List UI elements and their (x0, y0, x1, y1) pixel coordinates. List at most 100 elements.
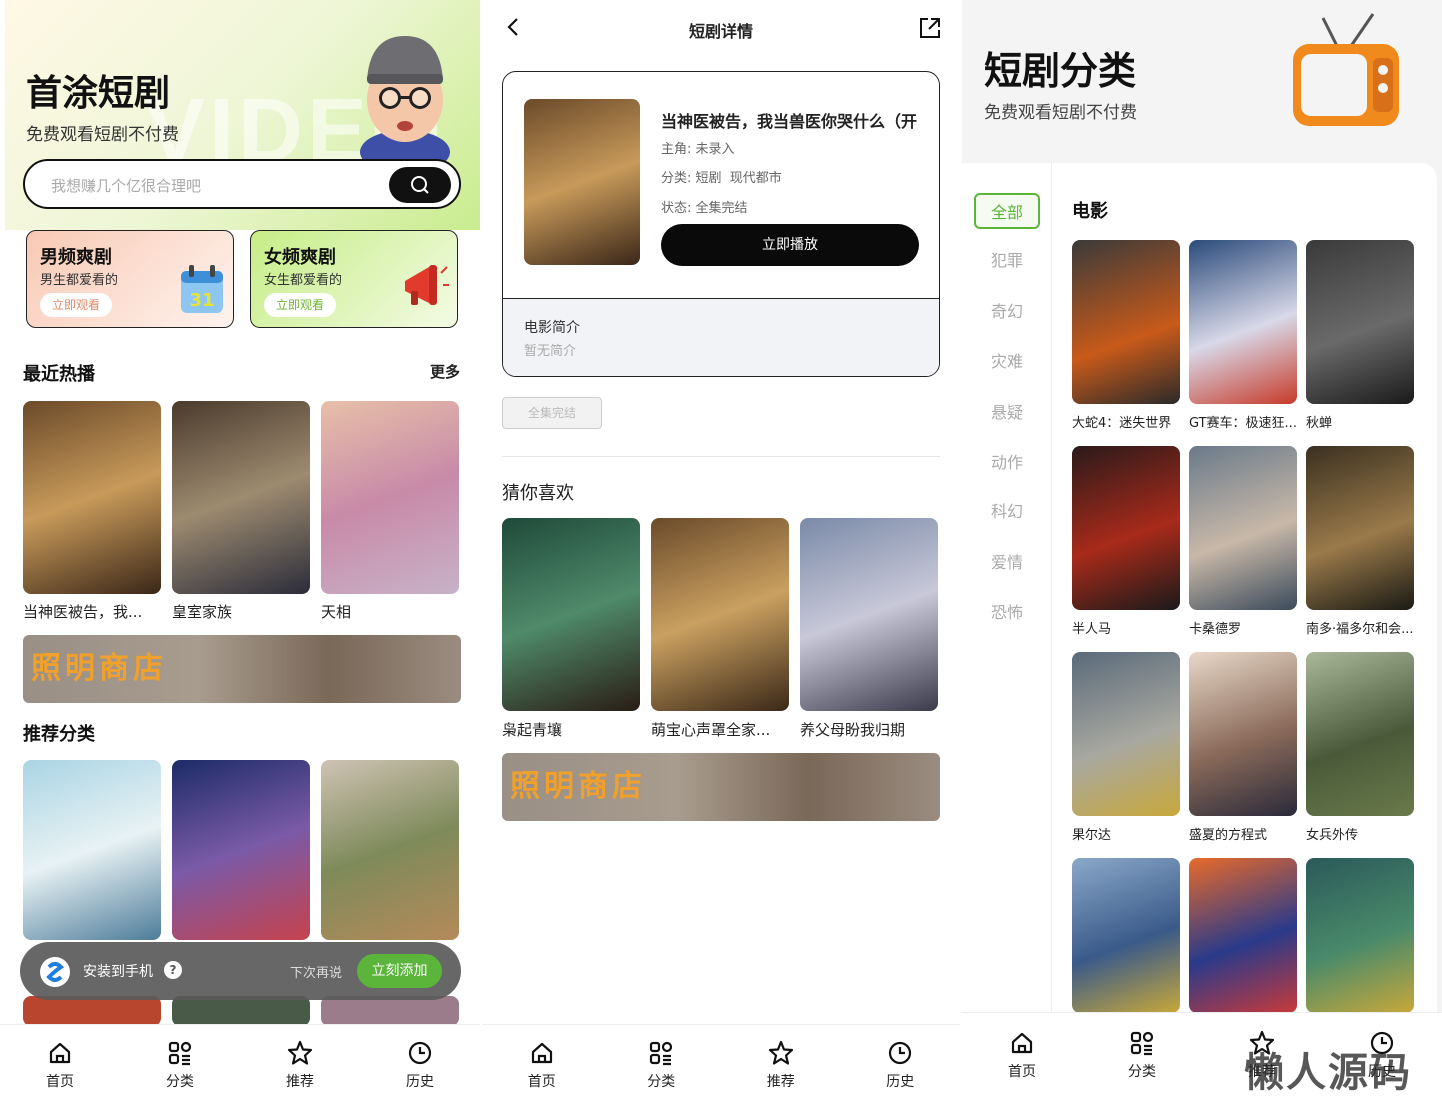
card-subtitle: 男生都爱看的 (40, 273, 119, 288)
sidebar-item-action[interactable]: 动作 (974, 445, 1040, 481)
clock-icon (889, 1041, 912, 1065)
watch-now-button[interactable]: 立即观看 (264, 293, 336, 317)
poster-recent-2[interactable] (172, 401, 310, 594)
search-button[interactable] (389, 167, 451, 203)
movie-poster[interactable] (1072, 446, 1180, 610)
tab-label: 历史 (886, 1074, 915, 1090)
tab-recommend[interactable]: 推荐 (260, 1039, 340, 1091)
movie-poster[interactable] (1072, 858, 1180, 1013)
status-value: 全集完结 (695, 201, 748, 216)
section-title: 电影 (1072, 201, 1108, 222)
star-icon (287, 1040, 313, 1065)
promo-banner[interactable]: 照明商店 (502, 753, 940, 821)
poster-recommend-3[interactable] (321, 760, 459, 940)
search-input[interactable]: 我想赚几个亿很合理吧 (51, 175, 201, 196)
movie-caption: 南多·福多尔和会... (1306, 622, 1414, 637)
watch-now-button[interactable]: 立即观看 (40, 293, 112, 317)
poster-guess-3[interactable] (800, 518, 938, 711)
movie-poster[interactable] (1189, 858, 1297, 1013)
detail-card: 当神医被告，我当兽医你哭什么（开 主角: 未录入 分类: 短剧 现代都市 状态:… (502, 71, 940, 377)
poster-caption: 皇室家族 (172, 603, 233, 621)
recent-section-title: 最近热播 (23, 364, 95, 385)
more-link[interactable]: 更多 (430, 361, 460, 382)
movie-poster[interactable] (1306, 858, 1414, 1013)
sidebar-item-scifi[interactable]: 科幻 (974, 494, 1040, 530)
category-value: 短剧 现代都市 (695, 171, 782, 186)
sidebar-item-mystery[interactable]: 悬疑 (974, 395, 1040, 431)
share-icon[interactable] (918, 16, 942, 40)
movie-poster[interactable] (1306, 652, 1414, 816)
poster-guess-1[interactable] (502, 518, 640, 711)
add-to-home-button[interactable]: 立刻添加 (357, 954, 442, 988)
play-button[interactable]: 立即播放 (661, 224, 919, 266)
search-icon (411, 176, 429, 194)
lead-value: 未录入 (695, 142, 735, 157)
tab-recommend[interactable]: 推荐 (741, 1039, 821, 1091)
movie-caption: 女兵外传 (1306, 828, 1359, 843)
movie-poster[interactable] (1306, 446, 1414, 610)
movie-poster[interactable] (1306, 240, 1414, 404)
poster-recommend-4[interactable] (23, 996, 161, 1026)
tab-home[interactable]: 首页 (982, 1029, 1062, 1081)
tab-label: 分类 (1128, 1064, 1156, 1080)
category-body: 全部 犯罪 奇幻 灾难 悬疑 动作 科幻 爱情 恐怖 电影 大蛇4：迷失世界 G… (962, 163, 1437, 1023)
category-icon (168, 1041, 192, 1066)
sidebar-item-horror[interactable]: 恐怖 (974, 595, 1040, 631)
sidebar-item-fantasy[interactable]: 奇幻 (974, 294, 1040, 330)
sidebar-item-crime[interactable]: 犯罪 (974, 243, 1040, 279)
movie-poster[interactable] (1072, 240, 1180, 404)
home-icon (531, 1042, 552, 1064)
tab-category[interactable]: 分类 (1102, 1029, 1182, 1081)
sidebar-item-all[interactable]: 全部 (974, 193, 1040, 229)
female-drama-card[interactable]: 女频爽剧 女生都爱看的 立即观看 (250, 230, 458, 328)
detail-poster (524, 99, 640, 265)
tab-home[interactable]: 首页 (20, 1039, 100, 1091)
intro-title: 电影简介 (524, 320, 580, 336)
guess-section-title: 猜你喜欢 (502, 483, 574, 504)
sidebar-item-disaster[interactable]: 灾难 (974, 344, 1040, 380)
recommend-section-title: 推荐分类 (23, 724, 95, 745)
male-drama-card[interactable]: 男频爽剧 男生都爱看的 立即观看 31 (26, 230, 234, 328)
megaphone-icon (405, 265, 449, 305)
calendar-icon: 31 (181, 265, 223, 313)
category-icon (1130, 1031, 1154, 1056)
tab-label: 推荐 (286, 1074, 314, 1090)
tab-label: 首页 (1008, 1064, 1036, 1080)
help-icon[interactable]: ? (164, 961, 182, 979)
tab-history[interactable]: 历史 (380, 1039, 460, 1091)
poster-caption: 天相 (321, 603, 352, 621)
movie-poster[interactable] (1189, 240, 1297, 404)
tab-category[interactable]: 分类 (621, 1039, 701, 1091)
search-bar[interactable]: 我想赚几个亿很合理吧 (23, 159, 461, 209)
tab-label: 推荐 (766, 1074, 795, 1090)
poster-recommend-5[interactable] (172, 996, 310, 1026)
drama-title: 当神医被告，我当兽医你哭什么（开 (661, 112, 918, 131)
poster-recommend-1[interactable] (23, 760, 161, 940)
later-button[interactable]: 下次再说 (290, 962, 342, 981)
card-subtitle: 女生都爱看的 (264, 273, 343, 288)
poster-guess-2[interactable] (651, 518, 789, 711)
tab-category[interactable]: 分类 (140, 1039, 220, 1091)
movie-caption: 果尔达 (1072, 828, 1112, 843)
movie-poster[interactable] (1072, 652, 1180, 816)
poster-recommend-6[interactable] (321, 996, 459, 1026)
mascot-avatar (360, 36, 450, 162)
poster-recent-3[interactable] (321, 401, 459, 594)
movie-poster[interactable] (1189, 652, 1297, 816)
category-label: 分类: (661, 171, 692, 186)
category-screen: 短剧分类 免费观看短剧不付费 全部 犯罪 奇幻 灾难 悬疑 动作 科幻 爱情 恐… (962, 0, 1442, 1106)
sidebar-item-romance[interactable]: 爱情 (974, 545, 1040, 581)
tab-label: 历史 (406, 1074, 434, 1090)
svg-text:31: 31 (189, 290, 214, 311)
episode-chip[interactable]: 全集完结 (502, 397, 602, 429)
movie-caption: 秋蝉 (1306, 416, 1333, 431)
poster-recommend-2[interactable] (172, 760, 310, 940)
movie-poster[interactable] (1189, 446, 1297, 610)
watermark: 懒人源码 (1244, 1050, 1412, 1096)
promo-banner[interactable]: 照明商店 (23, 635, 461, 703)
movie-caption: 大蛇4：迷失世界 (1072, 416, 1172, 431)
poster-caption: 枭起青壤 (502, 721, 563, 739)
tab-history[interactable]: 历史 (860, 1039, 940, 1091)
poster-recent-1[interactable] (23, 401, 161, 594)
tab-home[interactable]: 首页 (502, 1039, 582, 1091)
